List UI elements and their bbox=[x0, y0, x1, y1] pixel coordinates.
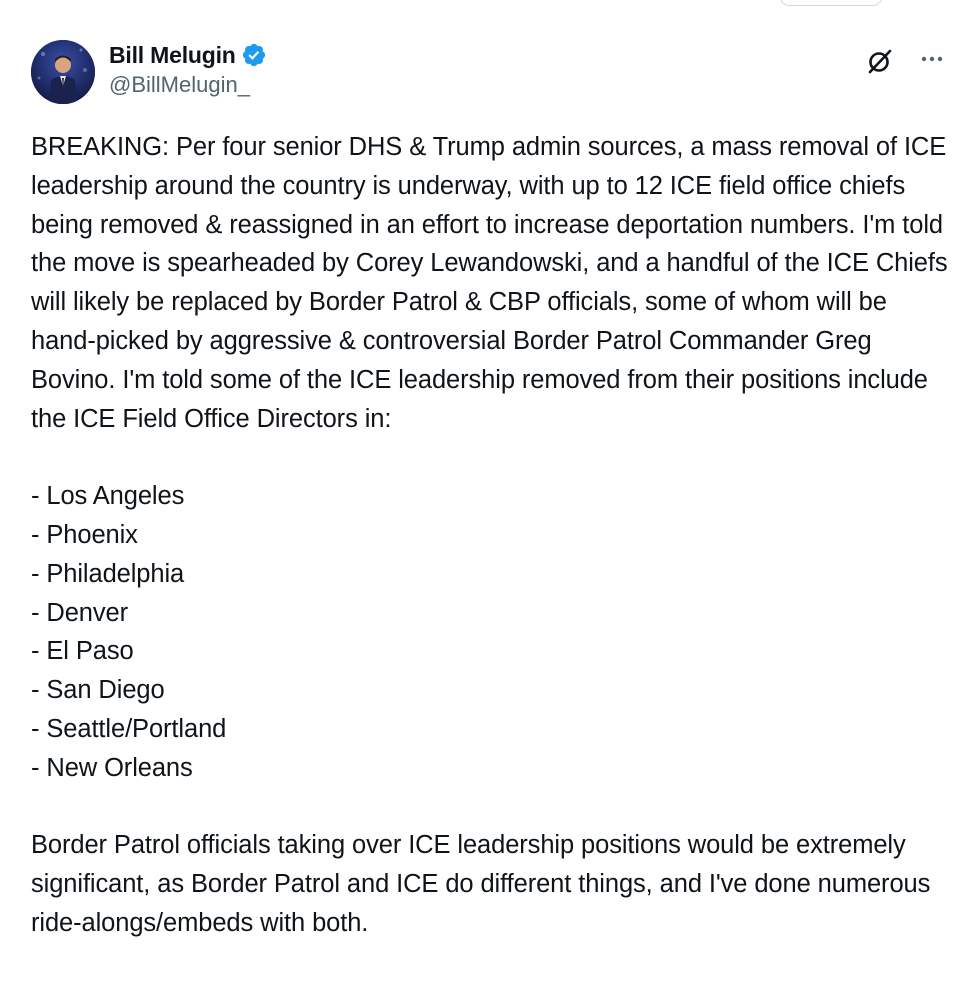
name-row: Bill Melugin bbox=[109, 40, 267, 70]
list-item: - Denver bbox=[31, 598, 128, 627]
author-handle[interactable]: @BillMelugin_ bbox=[109, 72, 267, 98]
list-item: - Phoenix bbox=[31, 520, 138, 549]
list-item: - San Diego bbox=[31, 676, 165, 705]
grok-icon[interactable] bbox=[865, 46, 895, 76]
list-item: - Seattle/Portland bbox=[31, 714, 227, 743]
list-item: - Philadelphia bbox=[31, 559, 185, 588]
more-horizontal-icon[interactable] bbox=[917, 44, 947, 74]
city-list: - Los Angeles - Phoenix - Philadelphia -… bbox=[31, 477, 956, 787]
tweet-intro-paragraph: BREAKING: Per four senior DHS & Trump ad… bbox=[31, 133, 948, 433]
list-item: - Los Angeles bbox=[31, 482, 185, 511]
tweet-text: BREAKING: Per four senior DHS & Trump ad… bbox=[31, 128, 956, 943]
tweet-closing-paragraph: Border Patrol officials taking over ICE … bbox=[31, 831, 931, 937]
list-item: - New Orleans bbox=[31, 753, 193, 782]
verified-badge-icon[interactable] bbox=[241, 42, 267, 68]
display-name[interactable]: Bill Melugin bbox=[109, 42, 236, 69]
tweet-header: Bill Melugin @BillMelugin_ bbox=[31, 40, 947, 108]
top-pill-button[interactable] bbox=[780, 0, 882, 6]
list-item: - El Paso bbox=[31, 637, 134, 666]
tweet-card: Bill Melugin @BillMelugin_ BREAKING: Per… bbox=[0, 0, 965, 1000]
avatar[interactable] bbox=[31, 40, 95, 104]
author-block: Bill Melugin @BillMelugin_ bbox=[109, 40, 267, 98]
